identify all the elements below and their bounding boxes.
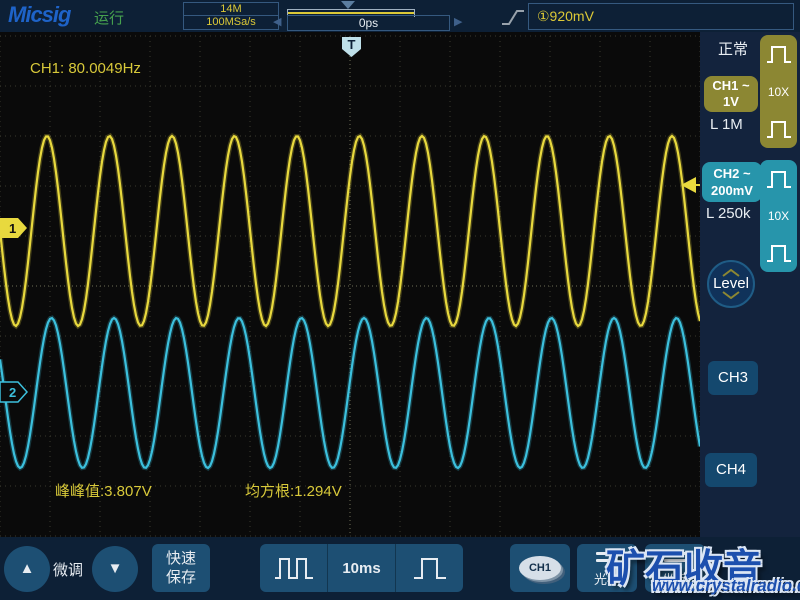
ch2-button[interactable]: CH2 ~ 200mV	[702, 162, 762, 202]
timebase-zoom-in-button[interactable]	[395, 544, 463, 592]
quick-save-button[interactable]: 快速保存	[152, 544, 210, 592]
chevron-down-icon[interactable]	[722, 291, 740, 299]
ch2-impedance: L 250k	[706, 205, 751, 222]
fine-tune-down-button[interactable]: ▼	[92, 546, 138, 592]
fine-tune-up-button[interactable]: ▲	[4, 546, 50, 592]
waveform-display[interactable]: 12 CH1: 80.0049Hz 峰峰值:3.807V 均方根:1.294V …	[0, 32, 703, 537]
quick-save-label: 快速保存	[165, 550, 196, 586]
cursor-button[interactable]: 光标	[577, 544, 637, 592]
coordinate-button[interactable]: 坐标	[645, 544, 705, 592]
pulse-icon	[766, 46, 791, 63]
ch2-probe-factor: 10X	[767, 209, 790, 223]
trigger-mode-label: 正常	[718, 41, 749, 58]
memory-depth: 14M	[184, 3, 278, 16]
level-label: Level	[713, 275, 749, 292]
acquisition-info-box[interactable]: 14M 100MSa/s	[183, 2, 279, 30]
fine-tune-label: 微调	[53, 562, 84, 579]
svg-text:1: 1	[9, 221, 16, 236]
ch4-button[interactable]: CH4	[705, 453, 757, 487]
sample-rate: 100MSa/s	[206, 16, 256, 28]
waveform-svg: 12	[0, 35, 703, 537]
pulse-icon	[413, 558, 446, 579]
pulse-icon	[766, 121, 791, 138]
ch1-probe-button[interactable]: 10X	[760, 35, 797, 148]
timebase-value[interactable]: 10ms	[327, 544, 395, 592]
micsig-logo: Micsig	[8, 2, 71, 27]
slider-fill	[288, 12, 414, 14]
right-sidebar: 正常 10X CH1 ~ 1V L 1M CH2 ~ 200mV L 250k …	[700, 32, 800, 537]
ch2-label: CH2 ~	[713, 166, 751, 181]
ch2-probe-button[interactable]: 10X	[760, 160, 797, 272]
coordinate-label: 坐标	[661, 572, 688, 587]
trigger-level-readout[interactable]: ①920mV	[528, 3, 794, 30]
cursor-label: 光标	[593, 572, 620, 587]
run-status[interactable]: 运行	[94, 7, 124, 28]
svg-text:2: 2	[9, 385, 16, 400]
pan-left-icon[interactable]: ◀	[273, 15, 281, 28]
peak-to-peak-readout: 峰峰值:3.807V	[55, 483, 152, 500]
ch2-scale: 200mV	[711, 183, 753, 198]
timebase-group: 10ms	[260, 544, 463, 592]
ch3-button[interactable]: CH3	[708, 361, 758, 395]
coordinate-lines-icon	[664, 548, 686, 566]
double-pulse-icon	[274, 558, 313, 579]
trigger-source-label: CH1	[519, 556, 561, 580]
pan-right-icon[interactable]: ▶	[454, 15, 462, 28]
oscilloscope-screen: Micsig 运行 14M 100MSa/s ◀ 0ps ▶ ①920mV 12…	[0, 0, 800, 600]
trigger-position-readout[interactable]: 0ps	[287, 15, 450, 31]
cursor-lines-icon	[596, 548, 618, 566]
ch1-probe-factor: 10X	[767, 84, 790, 99]
rising-edge-icon[interactable]	[500, 7, 526, 27]
top-bar: Micsig 运行 14M 100MSa/s ◀ 0ps ▶ ①920mV	[0, 0, 800, 32]
ch1-frequency-readout: CH1: 80.0049Hz	[30, 60, 141, 77]
trigger-level-button[interactable]: Level	[707, 260, 755, 308]
ch1-button[interactable]: CH1 ~ 1V	[704, 76, 758, 112]
ch1-impedance: L 1M	[710, 116, 743, 133]
pulse-icon	[766, 245, 791, 262]
bottom-bar: ▲ 微调 ▼ 快速保存 10ms CH1 光标 坐标	[0, 537, 800, 600]
timebase-zoom-out-button[interactable]	[260, 544, 327, 592]
ch1-scale: 1V	[723, 94, 739, 109]
pulse-icon	[766, 171, 791, 188]
trigger-position-pointer-icon[interactable]	[341, 1, 355, 9]
trigger-source-button[interactable]: CH1	[510, 544, 570, 592]
ch1-label: CH1 ~	[712, 78, 750, 93]
rms-readout: 均方根:1.294V	[245, 483, 342, 500]
